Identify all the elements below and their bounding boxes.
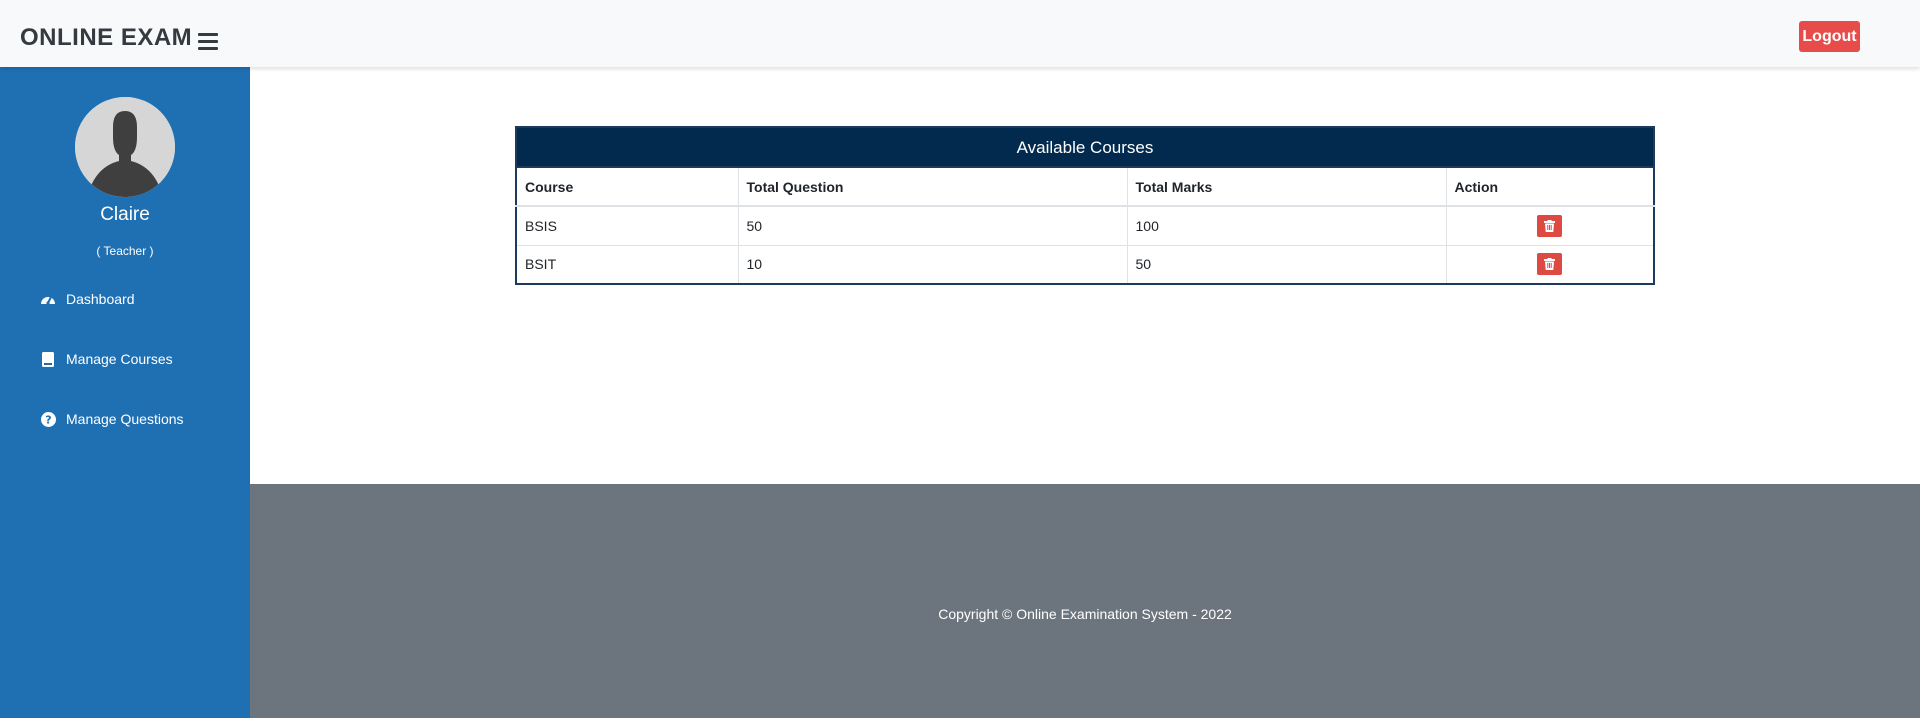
book-icon bbox=[40, 351, 56, 367]
delete-button[interactable] bbox=[1537, 253, 1563, 276]
delete-button[interactable] bbox=[1537, 214, 1563, 237]
trash-icon bbox=[1544, 258, 1556, 271]
total-question-cell: 50 bbox=[737, 205, 1128, 246]
main-content: Available Courses Course Total Question … bbox=[250, 67, 1920, 484]
column-header-total-marks: Total Marks bbox=[1126, 166, 1447, 207]
course-cell: BSIT bbox=[515, 244, 739, 285]
total-marks-cell: 50 bbox=[1126, 244, 1447, 285]
column-header-course: Course bbox=[515, 166, 739, 207]
action-cell bbox=[1445, 244, 1655, 285]
avatar bbox=[75, 97, 175, 197]
copyright-text: Copyright © Online Examination System - … bbox=[938, 606, 1232, 622]
sidebar-item-label: Manage Questions bbox=[66, 411, 184, 427]
footer: Copyright © Online Examination System - … bbox=[250, 484, 1920, 718]
sidebar-item-label: Manage Courses bbox=[66, 351, 173, 367]
courses-table: Available Courses Course Total Question … bbox=[515, 126, 1655, 285]
column-header-total-question: Total Question bbox=[737, 166, 1128, 207]
column-header-action: Action bbox=[1445, 166, 1655, 207]
trash-icon bbox=[1544, 219, 1556, 232]
sidebar: Claire ( Teacher ) Dashboard Manage Cour… bbox=[0, 67, 250, 718]
question-circle-icon: ? bbox=[40, 411, 56, 427]
hamburger-menu-icon[interactable] bbox=[198, 33, 218, 50]
table-header-row: Course Total Question Total Marks Action bbox=[515, 166, 1655, 207]
top-navbar: ONLINE EXAM Logout bbox=[0, 0, 1920, 67]
user-role: ( Teacher ) bbox=[96, 244, 154, 258]
user-silhouette-icon bbox=[75, 97, 175, 197]
table-title: Available Courses bbox=[515, 126, 1655, 166]
table-row: BSIT 10 50 bbox=[515, 244, 1655, 285]
svg-text:?: ? bbox=[45, 413, 51, 426]
sidebar-item-manage-questions[interactable]: ? Manage Questions bbox=[40, 411, 184, 427]
brand-title[interactable]: ONLINE EXAM bbox=[20, 24, 192, 52]
total-question-cell: 10 bbox=[737, 244, 1128, 285]
action-cell bbox=[1445, 205, 1655, 246]
user-name: Claire bbox=[100, 204, 150, 225]
sidebar-item-label: Dashboard bbox=[66, 291, 135, 307]
course-cell: BSIS bbox=[515, 205, 739, 246]
total-marks-cell: 100 bbox=[1126, 205, 1447, 246]
logout-button[interactable]: Logout bbox=[1799, 21, 1860, 52]
sidebar-item-dashboard[interactable]: Dashboard bbox=[40, 291, 135, 307]
tachometer-icon bbox=[40, 291, 56, 307]
sidebar-item-manage-courses[interactable]: Manage Courses bbox=[40, 351, 173, 367]
table-row: BSIS 50 100 bbox=[515, 205, 1655, 246]
